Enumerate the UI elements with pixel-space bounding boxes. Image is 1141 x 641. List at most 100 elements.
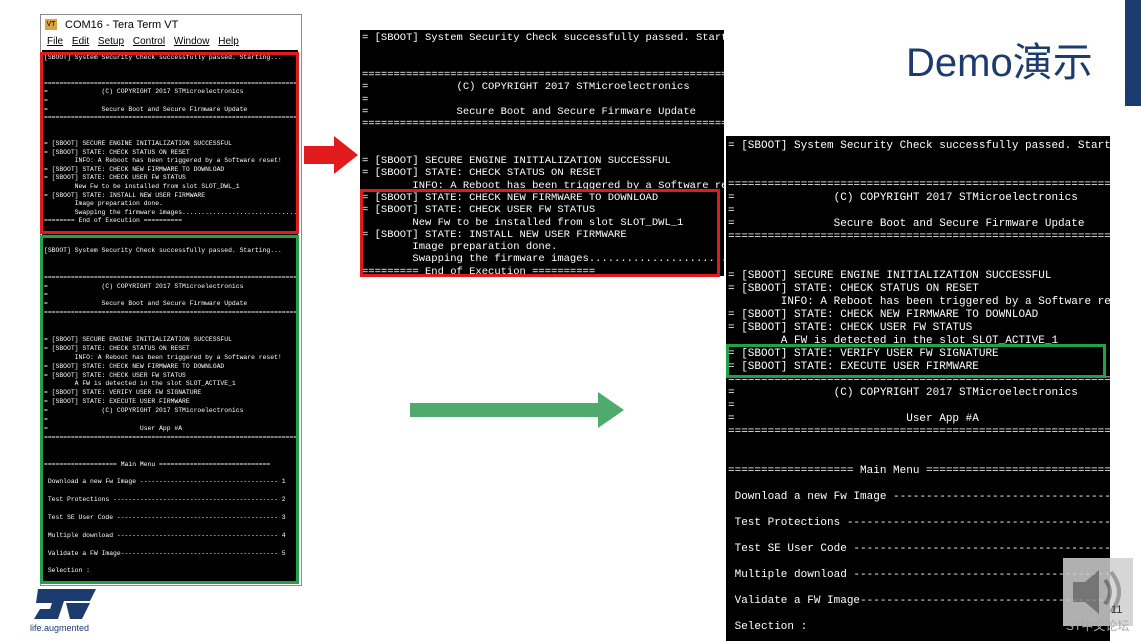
terminal-line: A FW is detected in the slot SLOT_ACTIVE…: [728, 335, 1059, 347]
terminal-line: Download a new Fw Image ----------------…: [728, 491, 1110, 503]
terminal-line: = [SBOOT] STATE: CHECK STATUS ON RESET: [728, 283, 979, 295]
st-logo-icon: [34, 589, 96, 619]
terminal-line: = User App #A =: [44, 424, 183, 432]
page-number: 11: [1111, 604, 1123, 616]
terminal-line: = [SBOOT] STATE: VERIFY USER FW SIGNATUR…: [728, 348, 999, 360]
terminal-line: Test Protections -----------------------…: [728, 517, 1110, 529]
terminal-line: = [SBOOT] STATE: INSTALL NEW USER FIRMWA…: [44, 191, 206, 199]
terminal-line: ========================================…: [44, 273, 298, 281]
terminal-line: ========================================…: [728, 426, 1110, 438]
terminal-output-second-boot: [SBOOT] System Security Check successful…: [42, 236, 298, 582]
terminal-line: ========================================…: [728, 231, 1110, 243]
terminal-line: Validate a FW Image---------------------…: [44, 549, 286, 557]
audio-speaker-icon[interactable]: [1063, 558, 1133, 626]
menu-file[interactable]: File: [47, 36, 63, 47]
terminal-pane-middle[interactable]: = [SBOOT] System Security Check successf…: [360, 30, 724, 276]
terminal-line: = [SBOOT] STATE: CHECK STATUS ON RESET: [362, 167, 602, 180]
terminal-pane-right[interactable]: = [SBOOT] System Security Check successf…: [726, 136, 1110, 641]
terminal-line: =: [44, 97, 48, 104]
terminal-line: =: [728, 400, 735, 412]
terminal-line: =================== Main Menu ==========…: [44, 460, 271, 468]
terminal-line: = Secure Boot and Secure Firmware Update…: [44, 105, 248, 113]
terminal-line: [SBOOT] System Security Check successful…: [44, 246, 282, 254]
terminal-line: Multiple download ----------------------…: [728, 569, 1110, 581]
terminal-line: INFO: A Reboot has been triggered by a S…: [44, 353, 282, 361]
terminal-line: A FW is detected in the slot SLOT_ACTIVE…: [44, 380, 236, 388]
terminal-line: Selection :: [728, 621, 808, 633]
terminal-line: ========================================…: [728, 179, 1110, 191]
terminal-line: = [SBOOT] SECURE ENGINE INITIALIZATION S…: [728, 270, 1052, 282]
window-titlebar[interactable]: VT COM16 - Tera Term VT: [41, 15, 301, 35]
menu-setup[interactable]: Setup: [98, 36, 124, 47]
terminal-line: Test SE User Code ----------------------…: [44, 513, 286, 521]
terminal-line: = [SBOOT] STATE: CHECK STATUS ON RESET: [44, 344, 190, 352]
app-icon: VT: [45, 19, 57, 30]
terminal-line: = [SBOOT] STATE: CHECK NEW FIRMWARE TO D…: [728, 309, 1039, 321]
terminal-line: = [SBOOT] STATE: CHECK USER FW STATUS: [44, 371, 186, 379]
window-title: COM16 - Tera Term VT: [65, 19, 179, 31]
terminal-line: ========================================…: [362, 68, 724, 81]
arrow-red-icon: [304, 136, 358, 174]
terminal-output-first-boot: [SBOOT] System Security Check successful…: [42, 52, 298, 234]
slide-title: Demo演示: [906, 41, 1093, 85]
terminal-line: Image preparation done.: [44, 200, 163, 208]
menu-edit[interactable]: Edit: [72, 36, 89, 47]
logo-tagline: life.augmented: [30, 623, 90, 633]
menu-window[interactable]: Window: [174, 36, 210, 47]
terminal-line: ========= End of Execution ==========: [362, 265, 596, 276]
terminal-line: = (C) COPYRIGHT 2017 STMicroelectronics …: [44, 88, 244, 96]
terminal-line: Validate a FW Image---------------------…: [728, 595, 1110, 607]
terminal-line: = Secure Boot and Secure Firmware Update…: [362, 105, 696, 118]
title-accent-bar: [1125, 0, 1141, 106]
terminal-line: = [SBOOT] STATE: VERIFY USER FW SIGNATUR…: [44, 389, 202, 397]
terminal-line: ========================================…: [44, 309, 298, 317]
arrow-green-icon: [410, 392, 624, 428]
terminal-line: = [SBOOT] STATE: INSTALL NEW USER FIRMWA…: [362, 228, 627, 241]
terminal-line: ========================================…: [728, 374, 1110, 386]
terminal-line: =: [362, 93, 369, 106]
terminal-line: = (C) COPYRIGHT 2017 STMicroelectronics …: [44, 407, 244, 415]
terminal-line: = (C) COPYRIGHT 2017 STMicroelectronics …: [362, 81, 690, 94]
terminal-line: = [SBOOT] SECURE ENGINE INITIALIZATION S…: [44, 335, 232, 343]
terminal-line: Multiple download ----------------------…: [44, 531, 286, 539]
menu-help[interactable]: Help: [218, 36, 239, 47]
terminal-line: = Secure Boot and Secure Firmware Update…: [44, 300, 248, 308]
terminal-line: Swapping the firmware images............…: [412, 253, 724, 266]
terminal-line: ========================================…: [44, 114, 298, 122]
terminal-line: New Fw to be installed from slot SLOT_DW…: [44, 183, 240, 190]
terminal-line: Selection :: [44, 567, 91, 575]
terminal-line: = [SBOOT] STATE: CHECK NEW FIRMWARE TO D…: [362, 191, 659, 204]
terminal-line: Test Protections -----------------------…: [44, 496, 286, 504]
terminal-line: ========================================…: [362, 118, 724, 131]
terminal-line: = [SBOOT] STATE: CHECK USER FW STATUS: [44, 174, 186, 182]
terminal-line: = [SBOOT] System Security Check successf…: [728, 140, 1110, 152]
terminal-line: ========================================…: [44, 79, 298, 87]
terminal-line: =: [44, 416, 48, 423]
terminal-pane-left[interactable]: [SBOOT] System Security Check successful…: [42, 50, 298, 582]
terminal-line: = [SBOOT] STATE: CHECK STATUS ON RESET: [44, 148, 190, 156]
terminal-line: [SBOOT] System Security Check successful…: [44, 54, 282, 61]
terminal-line: = [SBOOT] STATE: CHECK USER FW STATUS: [728, 322, 973, 334]
menu-control[interactable]: Control: [133, 36, 165, 47]
terminal-line: = (C) COPYRIGHT 2017 STMicroelectronics …: [728, 387, 1078, 399]
terminal-line: = [SBOOT] SECURE ENGINE INITIALIZATION S…: [44, 140, 232, 147]
terminal-line: = (C) COPYRIGHT 2017 STMicroelectronics …: [44, 282, 244, 290]
terminal-line: = User App #A =: [728, 413, 979, 425]
terminal-line: = [SBOOT] STATE: CHECK USER FW STATUS: [362, 204, 596, 217]
terminal-line: =: [44, 291, 48, 299]
forum-watermark: ST中文论坛: [1066, 619, 1130, 633]
terminal-line: = [SBOOT] STATE: CHECK NEW FIRMWARE TO D…: [44, 362, 225, 370]
terminal-line: ========================================…: [44, 433, 298, 441]
terminal-line: Image preparation done.: [362, 241, 558, 254]
terminal-line: = [SBOOT] STATE: EXECUTE USER FIRMWARE: [728, 361, 979, 373]
terminal-line: = [SBOOT] STATE: EXECUTE USER FIRMWARE: [44, 398, 190, 406]
terminal-line: = [SBOOT] SECURE ENGINE INITIALIZATION S…: [362, 155, 671, 167]
terminal-line: INFO: A Reboot has been triggered by a S…: [44, 157, 282, 165]
terminal-line: ======== End of Execution ==========: [44, 217, 183, 225]
terminal-line: Swapping the firmware images............…: [44, 208, 298, 216]
terminal-line: INFO: A Reboot has been triggered by a S…: [362, 179, 724, 192]
terminal-line: = [SBOOT] STATE: CHECK NEW FIRMWARE TO D…: [44, 165, 225, 173]
terminal-line: =================== Main Menu ==========…: [728, 465, 1110, 477]
terminal-line: = Secure Boot and Secure Firmware Update…: [728, 218, 1085, 230]
menu-bar: File Edit Setup Control Window Help: [41, 36, 301, 50]
